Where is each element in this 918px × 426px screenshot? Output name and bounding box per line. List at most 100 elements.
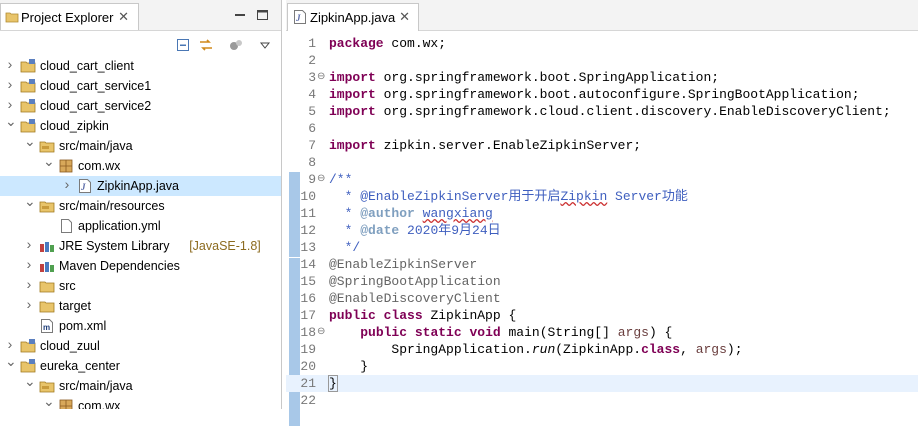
tree-item-label: cloud_zuul xyxy=(40,339,100,353)
expand-arrow-icon[interactable]: › xyxy=(24,237,34,251)
tree-item[interactable]: ⌄ eureka_center xyxy=(0,354,281,376)
tree-item[interactable]: › J ZipkinApp.java xyxy=(0,176,281,196)
fold-toggle-icon[interactable]: ⊖ xyxy=(317,324,327,341)
view-menu-icon[interactable] xyxy=(257,37,273,53)
code-line[interactable]: 19 SpringApplication.run(ZipkinApp.class… xyxy=(286,341,918,358)
code-line[interactable]: 18 ⊖ public static void main(String[] arg… xyxy=(286,324,918,341)
code-text: import zipkin.server.EnableZipkinServer; xyxy=(329,138,642,153)
tree-item-label: src/main/resources xyxy=(59,199,165,213)
collapse-arrow-icon[interactable]: ⌄ xyxy=(24,134,36,148)
tree-item[interactable]: ⌄ com.wx xyxy=(0,154,281,176)
package-icon xyxy=(59,399,73,409)
line-number: 11 xyxy=(300,206,316,221)
tree-item-label: ZipkinApp.java xyxy=(97,179,179,193)
line-number: 2 xyxy=(308,53,316,68)
fold-toggle-icon[interactable]: ⊖ xyxy=(317,69,327,86)
fold-toggle-icon[interactable]: ⊖ xyxy=(317,171,327,188)
line-number: 17 xyxy=(300,308,316,323)
code-text: @SpringBootApplication xyxy=(329,274,501,289)
line-number: 1 xyxy=(308,36,316,51)
expand-arrow-icon[interactable]: › xyxy=(5,77,15,91)
code-line[interactable]: 16 @EnableDiscoveryClient xyxy=(286,290,918,307)
collapse-arrow-icon[interactable]: ⌄ xyxy=(24,374,36,388)
tree-item[interactable]: ⌄ com.wx xyxy=(0,394,281,409)
code-text: SpringApplication.run(ZipkinApp.class, a… xyxy=(329,342,743,357)
collapse-arrow-icon[interactable]: ⌄ xyxy=(5,354,17,368)
code-line[interactable]: 8 xyxy=(286,154,918,171)
tree-item[interactable]: › target xyxy=(0,296,281,316)
filters-icon[interactable] xyxy=(228,37,244,53)
code-line[interactable]: 21} xyxy=(286,375,918,392)
tree-item[interactable]: m pom.xml xyxy=(0,316,281,336)
close-icon[interactable]: ✕ xyxy=(399,9,410,25)
collapse-arrow-icon[interactable]: ⌄ xyxy=(24,194,36,208)
tree-item[interactable]: ⌄ src/main/resources xyxy=(0,194,281,216)
tree-item[interactable]: › cloud_cart_client xyxy=(0,56,281,76)
tree-item-label: cloud_zipkin xyxy=(40,119,109,133)
line-number: 21 xyxy=(300,376,316,391)
collapse-arrow-icon[interactable]: ⌄ xyxy=(43,394,55,408)
tree-item-label: src/main/java xyxy=(59,379,133,393)
code-line[interactable]: 14 @EnableZipkinServer xyxy=(286,256,918,273)
expand-arrow-icon[interactable]: › xyxy=(5,57,15,71)
line-number: 15 xyxy=(300,274,316,289)
expand-arrow-icon[interactable]: › xyxy=(5,337,15,351)
line-number: 16 xyxy=(300,291,316,306)
code-line[interactable]: 5 import org.springframework.cloud.client… xyxy=(286,103,918,120)
code-line[interactable]: 6 xyxy=(286,120,918,137)
source-folder-icon xyxy=(39,201,55,213)
tree-item[interactable]: › cloud_zuul xyxy=(0,336,281,356)
code-line[interactable]: 2 xyxy=(286,52,918,69)
line-number: 13 xyxy=(300,240,316,255)
collapse-arrow-icon[interactable]: ⌄ xyxy=(5,114,17,128)
tree-item[interactable]: ⌄ cloud_zipkin xyxy=(0,114,281,136)
tree-item[interactable]: › src xyxy=(0,276,281,296)
code-line[interactable]: 22 xyxy=(286,392,918,409)
svg-text:J: J xyxy=(295,13,301,23)
code-line[interactable]: 15 @SpringBootApplication xyxy=(286,273,918,290)
tab-project-explorer-label: Project Explorer xyxy=(21,10,114,25)
file-icon xyxy=(61,219,72,233)
code-text: import org.springframework.cloud.client.… xyxy=(329,104,891,119)
link-with-editor-icon[interactable] xyxy=(198,37,214,53)
code-line[interactable]: 11 * @author wangxiang xyxy=(286,205,918,222)
source-folder-icon xyxy=(39,381,55,393)
tree-item-label: Maven Dependencies xyxy=(59,259,180,273)
maximize-icon[interactable] xyxy=(256,9,270,21)
code-line[interactable]: 10 * @EnableZipkinServer用于开启Zipkin Serve… xyxy=(286,188,918,205)
tree-item[interactable]: › cloud_cart_service1 xyxy=(0,76,281,96)
line-number: 3 xyxy=(308,70,316,85)
tab-project-explorer[interactable]: Project Explorer ✕ xyxy=(0,3,139,30)
expand-arrow-icon[interactable]: › xyxy=(24,277,34,291)
code-text: * @EnableZipkinServer用于开启Zipkin Server功能 xyxy=(329,189,688,204)
tree-item[interactable]: › Maven Dependencies xyxy=(0,256,281,276)
code-line[interactable]: 9 ⊖/** xyxy=(286,171,918,188)
tree-item-label: src/main/java xyxy=(59,139,133,153)
tree-item[interactable]: › JRE System Library [JavaSE-1.8] xyxy=(0,236,281,256)
expand-arrow-icon[interactable]: › xyxy=(24,257,34,271)
expand-arrow-icon[interactable]: › xyxy=(24,297,34,311)
line-number: 18 xyxy=(300,325,316,340)
tree-item[interactable]: › cloud_cart_service2 xyxy=(0,96,281,116)
line-number: 22 xyxy=(300,393,316,408)
expand-arrow-icon[interactable]: › xyxy=(5,97,15,111)
tree-item-label: cloud_cart_client xyxy=(40,59,134,73)
tree-item[interactable]: application.yml xyxy=(0,216,281,236)
code-line[interactable]: 12 * @date 2020年9月24日 xyxy=(286,222,918,239)
code-line[interactable]: 4 import org.springframework.boot.autocon… xyxy=(286,86,918,103)
code-line[interactable]: 7 import zipkin.server.EnableZipkinServer… xyxy=(286,137,918,154)
collapse-arrow-icon[interactable]: ⌄ xyxy=(43,154,55,168)
code-line[interactable]: 20 } xyxy=(286,358,918,375)
tab-zipkinapp-java[interactable]: J ZipkinApp.java ✕ xyxy=(287,3,419,31)
tree-item-label: cloud_cart_service1 xyxy=(40,79,152,93)
code-line[interactable]: 1 package com.wx; xyxy=(286,35,918,52)
close-icon[interactable]: ✕ xyxy=(118,9,129,25)
code-line[interactable]: 13 */ xyxy=(286,239,918,256)
java-file-icon: J xyxy=(294,10,306,24)
expand-arrow-icon[interactable]: › xyxy=(62,177,72,191)
code-line[interactable]: 3 ⊖ import org.springframework.boot.Spring… xyxy=(286,69,918,86)
source-folder-icon xyxy=(39,141,55,153)
code-line[interactable]: 17 public class ZipkinApp { xyxy=(286,307,918,324)
minimize-icon[interactable] xyxy=(233,9,247,21)
collapse-all-icon[interactable] xyxy=(175,37,191,53)
